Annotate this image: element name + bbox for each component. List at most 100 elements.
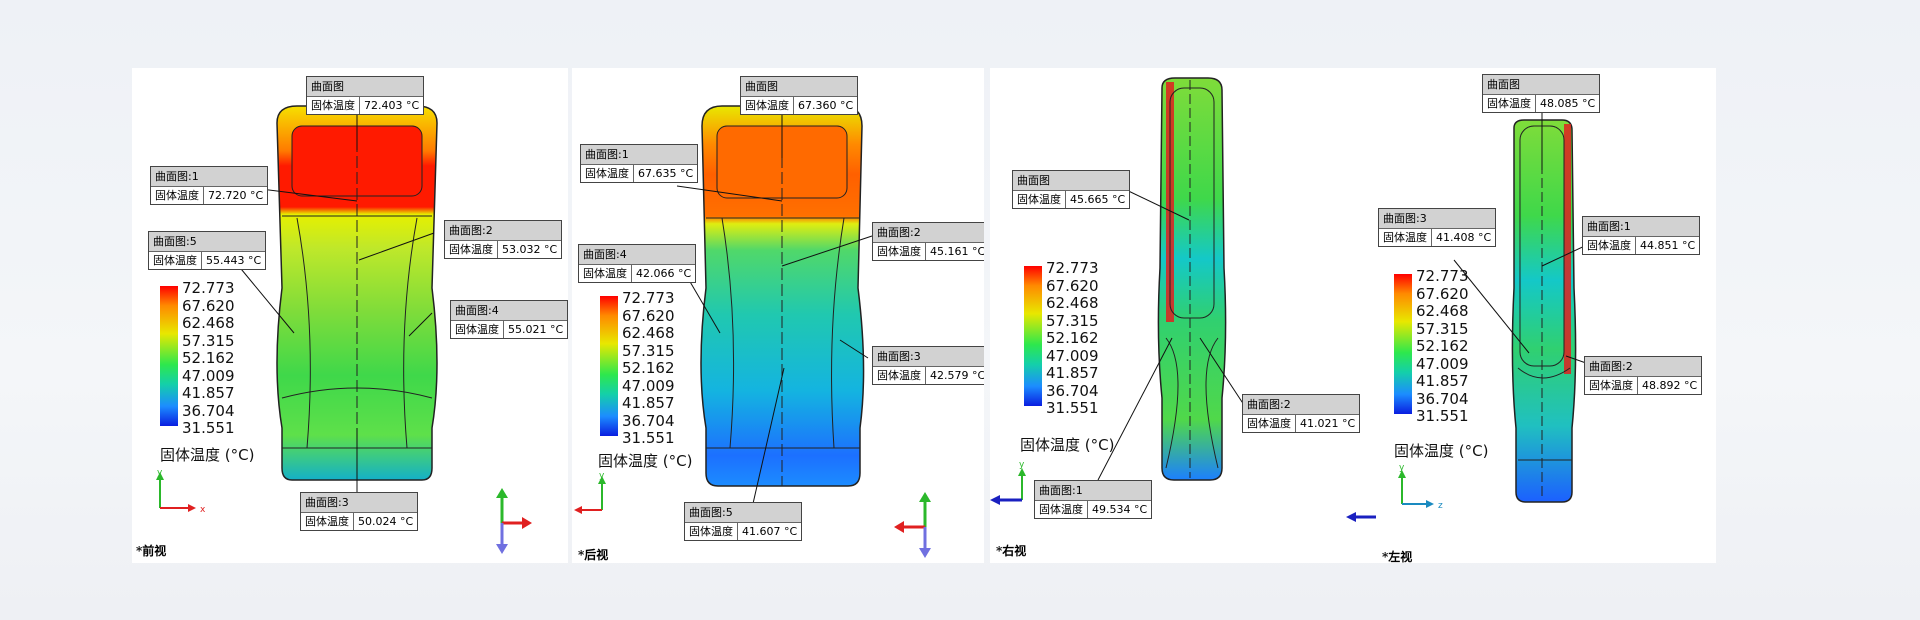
callout-value: 55.443 °C <box>206 254 262 267</box>
callout-title: 曲面图:2 <box>1585 357 1702 377</box>
probe-callout[interactable]: 曲面图:2 固体温度 41.021 °C <box>1242 394 1361 433</box>
tick-label: 47.009 <box>622 376 675 395</box>
callout-title: 曲面图:2 <box>1243 395 1360 415</box>
probe-callout[interactable]: 曲面图:3 固体温度 50.024 °C <box>300 492 419 531</box>
tick-label: 72.773 <box>1046 259 1099 277</box>
probe-callout[interactable]: 曲面图 固体温度 48.085 °C <box>1482 74 1601 113</box>
probe-callout[interactable]: 曲面图:1 固体温度 49.534 °C <box>1034 480 1153 519</box>
tick-label: 67.620 <box>1046 276 1099 295</box>
probe-callout[interactable]: 曲面图:2 固体温度 45.161 °C <box>872 222 984 261</box>
view-orientation-icon[interactable] <box>482 488 532 558</box>
tick-label: 41.857 <box>1416 372 1469 390</box>
callout-field: 固体温度 <box>741 97 794 114</box>
axis-x-label: x <box>200 505 206 515</box>
tick-label: 52.162 <box>1046 329 1099 347</box>
callout-value: 42.579 °C <box>930 369 984 382</box>
colorbar-ticks: 72.773 67.620 62.468 57.315 52.162 47.00… <box>1046 259 1099 418</box>
callout-field: 固体温度 <box>1585 377 1638 394</box>
tick-label: 57.315 <box>182 331 235 350</box>
callout-field: 固体温度 <box>579 265 632 282</box>
callout-value: 44.851 °C <box>1640 239 1696 252</box>
callout-title: 曲面图 <box>1483 75 1600 95</box>
callout-title: 曲面图 <box>307 77 424 97</box>
tick-label: 36.704 <box>1046 381 1099 400</box>
tick-label: 52.162 <box>1416 337 1469 355</box>
callout-field: 固体温度 <box>149 252 202 269</box>
probe-callout[interactable]: 曲面图:2 固体温度 53.032 °C <box>444 220 563 259</box>
tick-label: 57.315 <box>622 341 675 360</box>
tick-label: 47.009 <box>1416 354 1469 373</box>
tick-label: 52.162 <box>622 359 675 377</box>
probe-callout[interactable]: 曲面图 固体温度 45.665 °C <box>1012 170 1131 209</box>
callout-title: 曲面图:1 <box>151 167 268 187</box>
probe-callout[interactable]: 曲面图:4 固体温度 55.021 °C <box>450 300 568 339</box>
probe-callout[interactable]: 曲面图:1 固体温度 67.635 °C <box>580 144 699 183</box>
colorbar-ticks: 72.773 67.620 62.468 57.315 52.162 47.00… <box>622 289 675 448</box>
axis-y-label: y <box>1019 460 1025 470</box>
tick-label: 57.315 <box>1046 311 1099 330</box>
temperature-colorbar <box>600 296 618 436</box>
callout-value: 41.021 °C <box>1300 417 1356 430</box>
axis-z-label: z <box>1438 501 1443 511</box>
probe-callout[interactable]: 曲面图:1 固体温度 72.720 °C <box>150 166 269 205</box>
callout-field: 固体温度 <box>581 165 634 182</box>
probe-callout[interactable]: 曲面图 固体温度 67.360 °C <box>740 76 859 115</box>
axis-y-label: y <box>1399 464 1405 473</box>
callout-value: 45.665 °C <box>1070 193 1126 206</box>
tick-label: 67.620 <box>622 306 675 325</box>
probe-callout[interactable]: 曲面图:3 固体温度 41.408 °C <box>1378 208 1497 247</box>
callout-value: 41.408 °C <box>1436 231 1492 244</box>
callout-value: 42.066 °C <box>636 267 692 280</box>
tick-label: 57.315 <box>1416 319 1469 338</box>
tick-label: 72.773 <box>1416 267 1469 285</box>
callout-value: 55.021 °C <box>508 323 564 336</box>
callout-title: 曲面图:3 <box>873 347 984 367</box>
tick-label: 62.468 <box>622 324 675 342</box>
colorbar-ticks: 72.773 67.620 62.468 57.315 52.162 47.00… <box>182 279 235 438</box>
probe-callout[interactable]: 曲面图:5 固体温度 41.607 °C <box>684 502 803 541</box>
callout-field: 固体温度 <box>151 187 204 204</box>
callout-field: 固体温度 <box>1243 415 1296 432</box>
callout-title: 曲面图:5 <box>149 232 266 252</box>
view-orientation-icon[interactable] <box>890 492 950 562</box>
callout-field: 固体温度 <box>685 523 738 540</box>
back-view-panel: 72.773 67.620 62.468 57.315 52.162 47.00… <box>572 68 984 563</box>
tick-label: 31.551 <box>182 419 235 437</box>
callout-title: 曲面图:4 <box>579 245 696 265</box>
tick-label: 47.009 <box>1046 346 1099 365</box>
callout-value: 53.032 °C <box>502 243 558 256</box>
temperature-colorbar <box>160 286 178 426</box>
probe-callout[interactable]: 曲面图:3 固体温度 42.579 °C <box>872 346 984 385</box>
view-label: *后视 <box>578 548 609 562</box>
callout-field: 固体温度 <box>301 513 354 530</box>
left-view-panel: 72.773 67.620 62.468 57.315 52.162 47.00… <box>1374 68 1716 563</box>
tick-label: 36.704 <box>622 411 675 430</box>
axis-triad-icon: x y <box>156 468 206 515</box>
tick-label: 31.551 <box>1416 407 1469 425</box>
colorbar-unit-label: 固体温度 (°C) <box>1394 442 1489 460</box>
probe-callout[interactable]: 曲面图 固体温度 72.403 °C <box>306 76 425 115</box>
tick-label: 67.620 <box>182 296 235 315</box>
tick-label: 72.773 <box>622 289 675 307</box>
callout-value: 49.534 °C <box>1092 503 1148 516</box>
direction-arrow-icon <box>1346 512 1376 522</box>
axis-triad-icon: y <box>574 471 606 514</box>
front-view-panel: 72.773 67.620 62.468 57.315 52.162 47.00… <box>132 68 568 563</box>
tick-label: 47.009 <box>182 366 235 385</box>
colorbar-unit-label: 固体温度 (°C) <box>160 446 255 464</box>
callout-title: 曲面图:2 <box>445 221 562 241</box>
callout-field: 固体温度 <box>307 97 360 114</box>
probe-callout[interactable]: 曲面图:2 固体温度 48.892 °C <box>1584 356 1703 395</box>
tick-label: 62.468 <box>1046 294 1099 312</box>
callout-value: 72.720 °C <box>208 189 264 202</box>
callout-title: 曲面图:2 <box>873 223 984 243</box>
temperature-colorbar <box>1394 274 1412 414</box>
right-view-panel: 72.773 67.620 62.468 57.315 52.162 47.00… <box>990 68 1386 563</box>
callout-title: 曲面图:1 <box>1583 217 1700 237</box>
probe-callout[interactable]: 曲面图:5 固体温度 55.443 °C <box>148 231 267 270</box>
callout-field: 固体温度 <box>445 241 498 258</box>
probe-callout[interactable]: 曲面图:4 固体温度 42.066 °C <box>578 244 697 283</box>
probe-callout[interactable]: 曲面图:1 固体温度 44.851 °C <box>1582 216 1701 255</box>
callout-value: 41.607 °C <box>742 525 798 538</box>
colorbar-unit-label: 固体温度 (°C) <box>598 452 693 470</box>
